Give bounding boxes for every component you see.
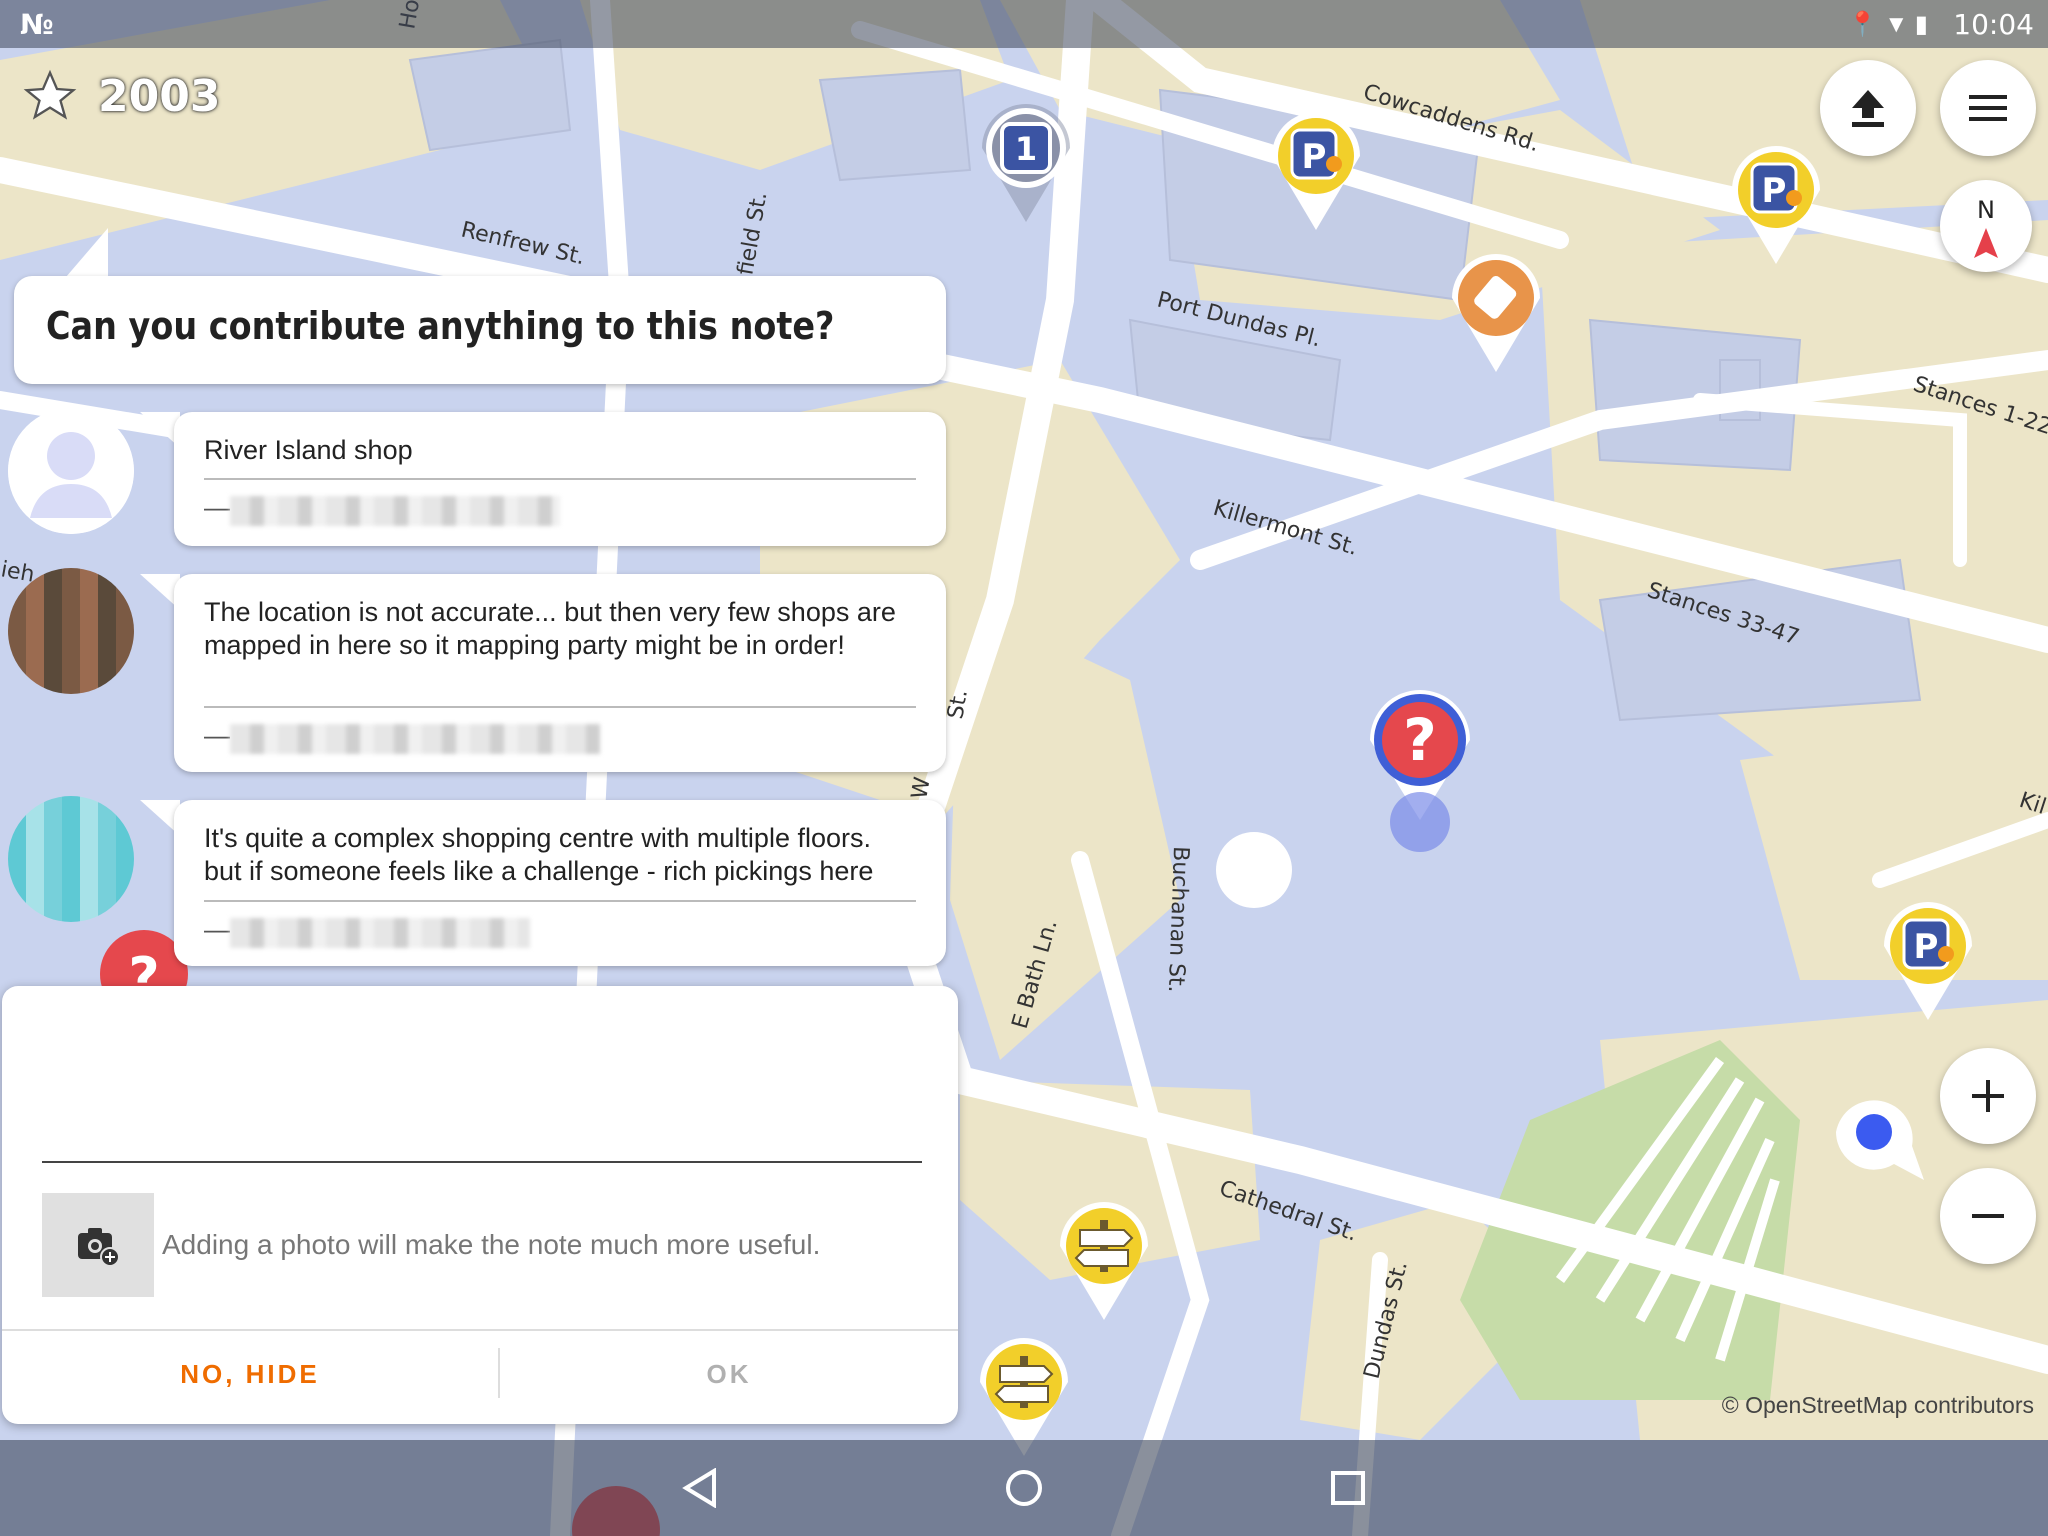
comment-dash: — <box>204 720 230 750</box>
recents-square-icon <box>1331 1471 1365 1505</box>
comment-dash: — <box>204 492 230 522</box>
comment-text: River Island shop <box>204 435 413 465</box>
avatar <box>8 568 134 694</box>
comment-divider <box>204 478 916 480</box>
comment-author-redacted <box>230 918 530 948</box>
svg-text:P: P <box>1762 171 1787 211</box>
minus-icon <box>1972 1214 2004 1218</box>
zoom-in-button[interactable] <box>1940 1048 2036 1144</box>
default-avatar-icon <box>8 408 134 534</box>
star-icon <box>23 69 77 120</box>
star-counter[interactable]: 2003 <box>22 68 220 124</box>
svg-text:1: 1 <box>1015 130 1037 168</box>
avatar <box>8 796 134 922</box>
road-label-st-frag: St. <box>943 688 973 721</box>
dialog-divider <box>2 1329 958 1331</box>
ok-button[interactable]: OK <box>500 1344 958 1404</box>
comment-divider <box>204 900 916 902</box>
svg-text:P: P <box>1914 927 1939 967</box>
notification-n-icon: № <box>20 8 54 41</box>
battery-icon: ▮ <box>1914 11 1928 38</box>
navigation-bar <box>0 1440 2048 1536</box>
comment-dash: — <box>204 914 230 944</box>
comment-author-redacted <box>230 724 600 754</box>
home-button[interactable] <box>996 1460 1052 1516</box>
road-label-buchanan: Buchanan St. <box>1163 846 1193 993</box>
comment-text: The location is not accurate... but then… <box>204 597 896 660</box>
avatar <box>8 408 134 534</box>
comment-author-redacted <box>230 496 560 526</box>
compass-button[interactable]: N <box>1940 180 2032 272</box>
photo-hint-text: Adding a photo will make the note much m… <box>162 1229 821 1260</box>
back-button[interactable] <box>672 1460 728 1516</box>
compass-north-label: N <box>1977 196 1995 224</box>
map-attribution: © OpenStreetMap contributors <box>1721 1392 2034 1418</box>
comment-item: The location is not accurate... but then… <box>174 574 946 772</box>
plus-icon <box>1972 1080 2004 1112</box>
note-reply-dialog: Adding a photo will make the note much m… <box>2 986 958 1424</box>
reply-text-input[interactable] <box>42 1016 926 1160</box>
compass-needle-icon <box>1974 228 1998 258</box>
comment-item: River Island shop — <box>174 412 946 546</box>
comment-text: It's quite a complex shopping centre wit… <box>204 823 874 886</box>
comment-divider <box>204 706 916 708</box>
upload-icon <box>1852 90 1884 127</box>
note-question-bubble: Can you contribute anything to this note… <box>14 276 946 384</box>
recents-button[interactable] <box>1320 1460 1376 1516</box>
input-underline <box>42 1161 922 1163</box>
note-anchor-dot <box>1390 792 1450 852</box>
wifi-icon: ▼ <box>1884 11 1909 38</box>
note-question-text: Can you contribute anything to this note… <box>46 304 835 348</box>
star-count-value: 2003 <box>98 70 221 122</box>
status-icons: 📍 ▼ ▮ <box>1848 10 1928 39</box>
comment-item: It's quite a complex shopping centre wit… <box>174 800 946 966</box>
zoom-out-button[interactable] <box>1940 1168 2036 1264</box>
svg-text:?: ? <box>1403 706 1437 774</box>
white-marker <box>1216 832 1292 908</box>
no-hide-button[interactable]: NO, HIDE <box>2 1344 498 1404</box>
add-photo-camera-icon <box>78 1228 120 1265</box>
status-time: 10:04 <box>1953 8 2034 41</box>
menu-button[interactable] <box>1940 60 2036 156</box>
add-photo-button[interactable] <box>42 1193 154 1297</box>
location-icon: 📍 <box>1847 11 1878 38</box>
upload-button[interactable] <box>1820 60 1916 156</box>
hamburger-menu-icon <box>1969 95 2007 121</box>
home-circle-icon <box>1006 1470 1042 1506</box>
road-label-w-st: W <box>907 775 935 801</box>
back-triangle-icon <box>682 1468 716 1508</box>
svg-text:P: P <box>1302 137 1327 177</box>
status-bar: № 📍 ▼ ▮ 10:04 <box>0 0 2048 48</box>
